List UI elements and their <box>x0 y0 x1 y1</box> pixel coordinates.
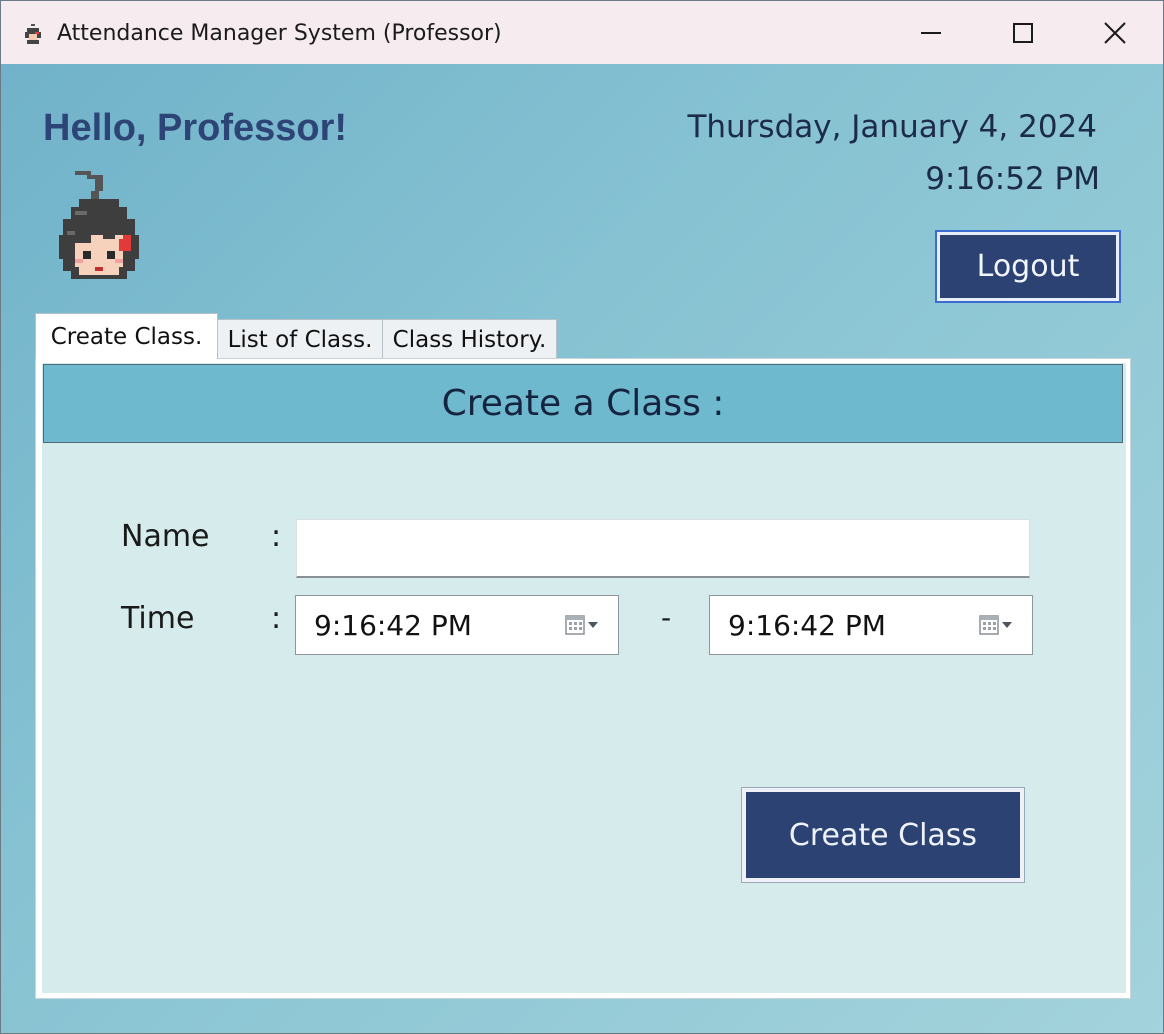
greeting-heading: Hello, Professor! <box>43 107 348 149</box>
maximize-button[interactable] <box>977 1 1069 64</box>
window-title: Attendance Manager System (Professor) <box>57 21 502 46</box>
end-time-value: 9:16:42 PM <box>728 609 886 642</box>
tab-list-of-class[interactable]: List of Class. <box>217 319 383 359</box>
start-time-picker[interactable]: 9:16:42 PM <box>295 595 619 655</box>
time-colon: : <box>271 601 282 636</box>
tab-class-history[interactable]: Class History. <box>382 319 557 359</box>
close-icon <box>1104 21 1126 44</box>
create-class-button[interactable]: Create Class <box>741 787 1025 883</box>
class-name-input[interactable] <box>296 519 1030 578</box>
tab-create-class[interactable]: Create Class. <box>35 313 218 359</box>
close-button[interactable] <box>1069 1 1161 64</box>
panel-heading: Create a Class : <box>43 364 1123 443</box>
title-bar[interactable]: Attendance Manager System (Professor) <box>1 1 1163 64</box>
end-time-picker[interactable]: 9:16:42 PM <box>709 595 1033 655</box>
minimize-icon <box>921 31 941 34</box>
maximize-icon <box>1013 22 1033 43</box>
calendar-dropdown-icon[interactable] <box>978 614 1018 638</box>
pixel-avatar-icon <box>59 171 139 279</box>
current-time: 9:16:52 PM <box>925 161 1100 197</box>
current-date: Thursday, January 4, 2024 <box>687 109 1097 145</box>
time-range-separator: - <box>661 601 672 634</box>
calendar-dropdown-icon[interactable] <box>564 614 604 638</box>
name-colon: : <box>271 519 282 554</box>
logout-button[interactable]: Logout <box>935 230 1121 303</box>
minimize-button[interactable] <box>885 1 977 64</box>
create-class-panel <box>42 363 1126 993</box>
app-window: Attendance Manager System (Professor) He… <box>0 0 1164 1034</box>
start-time-value: 9:16:42 PM <box>314 609 472 642</box>
time-label: Time <box>121 601 195 636</box>
name-label: Name <box>121 519 210 554</box>
app-avatar-icon <box>25 24 41 44</box>
